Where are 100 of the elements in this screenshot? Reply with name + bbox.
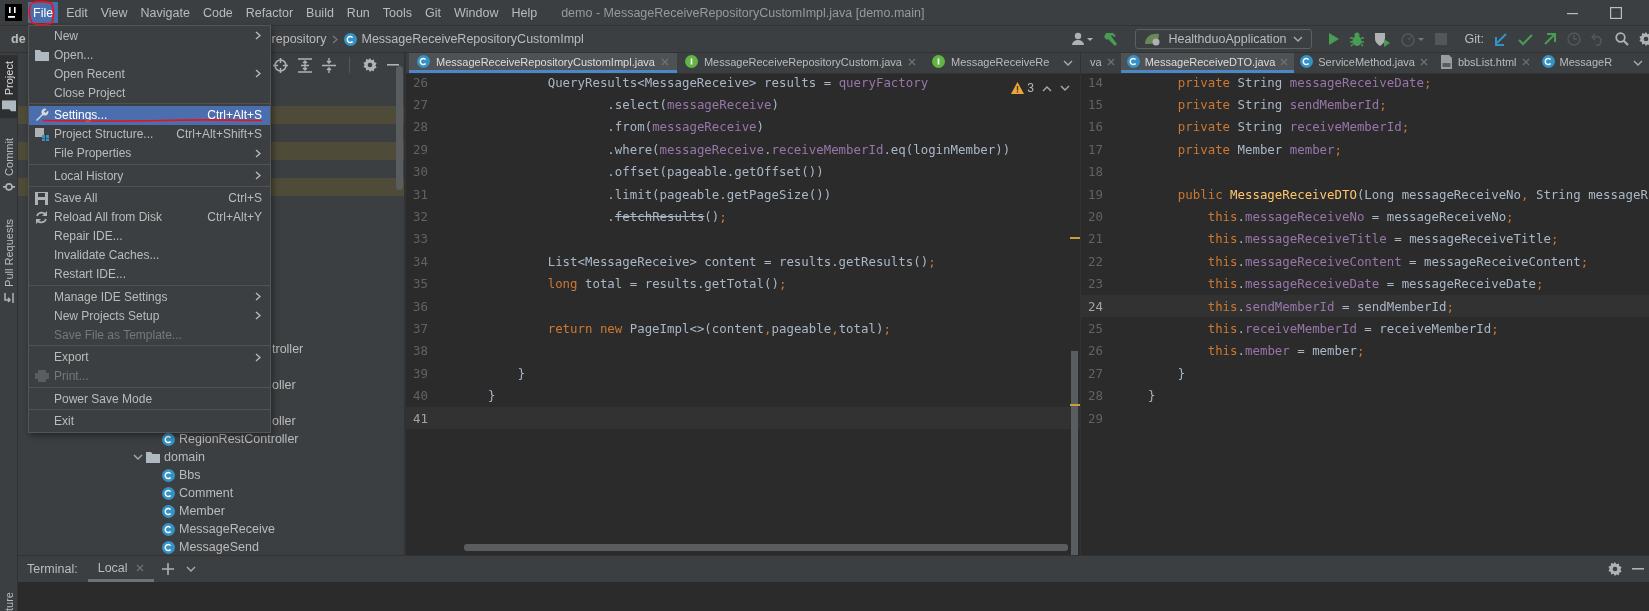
code-line: QueryResults<MessageReceive> results = queryFactory <box>546 74 929 90</box>
tree-item[interactable]: domain <box>164 450 205 464</box>
menu-item[interactable]: Save All Ctrl+S <box>29 188 270 208</box>
tree-item[interactable]: Comment <box>179 486 234 500</box>
line-number: 34 <box>412 253 428 269</box>
line-number: 26 <box>1087 343 1103 359</box>
line-number: 29 <box>1087 410 1103 426</box>
menu-item[interactable]: Exit <box>29 411 270 431</box>
menu-item[interactable]: Window <box>448 2 504 23</box>
code-line: .from(messageReceive) <box>606 119 765 135</box>
menu-item[interactable]: Local History <box>29 166 270 185</box>
tree-item[interactable]: oller <box>272 414 296 428</box>
menu-item[interactable]: Tools <box>377 2 417 23</box>
tree-item[interactable]: oller <box>272 378 296 392</box>
editor-tab[interactable]: va <box>1084 53 1121 73</box>
code-line: this.messageReceiveTitle = messageReceiveTitle; <box>1206 231 1559 247</box>
tree-item[interactable]: MessageSend <box>179 540 259 554</box>
code-line: this.messageReceiveNo = messageReceiveNo; <box>1206 209 1514 225</box>
tree-item[interactable]: Bbs <box>179 468 201 482</box>
code-line: this.messageReceiveDate = messageReceiveDate; <box>1206 276 1544 292</box>
editor-tab[interactable]: MessageR <box>1535 53 1619 73</box>
menu-item[interactable]: Refactor <box>240 2 299 23</box>
tree-item[interactable]: MessageReceive <box>179 522 275 536</box>
menu-item[interactable]: Code <box>197 2 238 23</box>
menu-item[interactable]: Build <box>301 2 339 23</box>
menu-item[interactable]: Invalidate Caches... <box>29 245 270 265</box>
menu-item[interactable]: Reload All from Disk Ctrl+Alt+Y <box>29 207 270 227</box>
editor-tab[interactable]: MessageReceiveRepositoryCustomImpl.java <box>409 53 677 73</box>
tool-window-tab[interactable]: Commit <box>0 132 17 200</box>
line-number: 21 <box>1087 231 1103 247</box>
tool-window-tab[interactable]: Project <box>0 55 17 119</box>
line-number: 38 <box>412 343 428 359</box>
menu-item[interactable]: Settings... Ctrl+Alt+S <box>29 105 270 125</box>
tool-window-tab[interactable]: Pull Requests <box>0 213 17 310</box>
code-line: } <box>1148 388 1156 404</box>
code-line: .where(messageReceive.receiveMemberId.eq(loginMember)) <box>606 141 1011 157</box>
line-number: 31 <box>412 186 428 202</box>
run-configuration-dropdown[interactable]: HealthduoApplication <box>1135 29 1312 49</box>
code-line: private String receiveMemberId; <box>1176 119 1410 135</box>
menu-item[interactable]: New Projects Setup <box>29 306 270 325</box>
line-number: 15 <box>1087 97 1103 113</box>
line-number: 14 <box>1087 74 1103 90</box>
menu-item[interactable]: File Properties <box>29 143 270 163</box>
editor-tab[interactable]: bbsList.html <box>1433 53 1536 73</box>
menu-item[interactable]: New <box>29 26 270 45</box>
code-line: public MessageReceiveDTO(Long messageReceiveNo, String messageR <box>1176 186 1648 202</box>
menu-item[interactable]: Power Save Mode <box>29 389 270 408</box>
line-number: 28 <box>1087 388 1103 404</box>
menu-item[interactable]: Run <box>341 2 375 23</box>
line-number: 39 <box>412 365 428 381</box>
code-line: .fetchResults(); <box>606 209 727 225</box>
tree-item[interactable]: troller <box>272 342 304 356</box>
editor-tab[interactable]: ServiceMethod.java <box>1294 53 1434 73</box>
menu-item[interactable]: Restart IDE... <box>29 264 270 284</box>
code-line: } <box>488 388 496 404</box>
line-number: 18 <box>1087 164 1103 180</box>
code-line: long total = results.getTotal(); <box>546 276 787 292</box>
code-line: } <box>516 365 526 381</box>
menu-item[interactable]: Open Recent <box>29 64 270 83</box>
menu-item[interactable]: Navigate <box>135 2 195 23</box>
breadcrumb[interactable]: de <box>11 32 26 46</box>
menu-item[interactable]: Export <box>29 347 270 367</box>
menu-item[interactable]: Repair IDE... <box>29 226 270 246</box>
terminal-tab[interactable]: Local <box>87 556 154 582</box>
menu-item[interactable]: Git <box>420 2 446 23</box>
menu-item[interactable]: Help <box>506 2 543 23</box>
tree-item[interactable]: RegionRestController <box>179 432 299 446</box>
tool-window-tab[interactable]: ture <box>2 587 15 611</box>
code-line: private String sendMemberId; <box>1176 97 1387 113</box>
code-line: .limit(pageable.getPageSize()) <box>606 186 832 202</box>
menu-item[interactable]: Manage IDE Settings <box>29 287 270 306</box>
code-line: .select(messageReceive) <box>606 97 779 113</box>
breadcrumb[interactable]: MessageReceiveRepositoryCustomImpl <box>344 32 584 46</box>
menu-item[interactable]: View <box>95 2 133 23</box>
tree-item[interactable]: Member <box>179 504 225 518</box>
line-number: 32 <box>412 209 428 225</box>
editor-tab[interactable]: MessageReceiveRepositoryCustom.java <box>676 53 924 73</box>
git-label: Git: <box>1464 32 1484 46</box>
menu-item[interactable]: Close Project <box>29 83 270 102</box>
line-number: 37 <box>412 321 428 336</box>
breadcrumb[interactable]: repository <box>271 32 327 46</box>
line-number: 25 <box>1087 321 1103 336</box>
code-line: private Member member; <box>1176 141 1342 157</box>
menu-item[interactable]: Edit <box>61 2 93 23</box>
menu-item[interactable]: Open... <box>29 45 270 64</box>
warning-count[interactable]: 3 <box>1011 81 1034 95</box>
line-number: 27 <box>412 97 428 113</box>
line-number: 23 <box>1087 276 1103 292</box>
panel-title: Terminal: <box>27 561 78 578</box>
code-line: this.sendMemberId = sendMemberId; <box>1206 298 1454 314</box>
code-line: this.messageReceiveContent = messageReceiveContent; <box>1206 253 1589 269</box>
code-line: this.member = member; <box>1206 343 1365 359</box>
code-line: this.receiveMemberId = receiveMemberId; <box>1206 321 1499 336</box>
line-number: 24 <box>1087 298 1103 314</box>
editor-tab[interactable]: MessageReceiveRe <box>923 53 1058 73</box>
line-number: 35 <box>412 276 428 292</box>
line-number: 22 <box>1087 253 1103 269</box>
editor-tab[interactable]: MessageReceiveDTO.java <box>1120 53 1295 73</box>
line-number: 20 <box>1087 209 1103 225</box>
menu-item[interactable]: Project Structure... Ctrl+Alt+Shift+S <box>29 124 270 144</box>
